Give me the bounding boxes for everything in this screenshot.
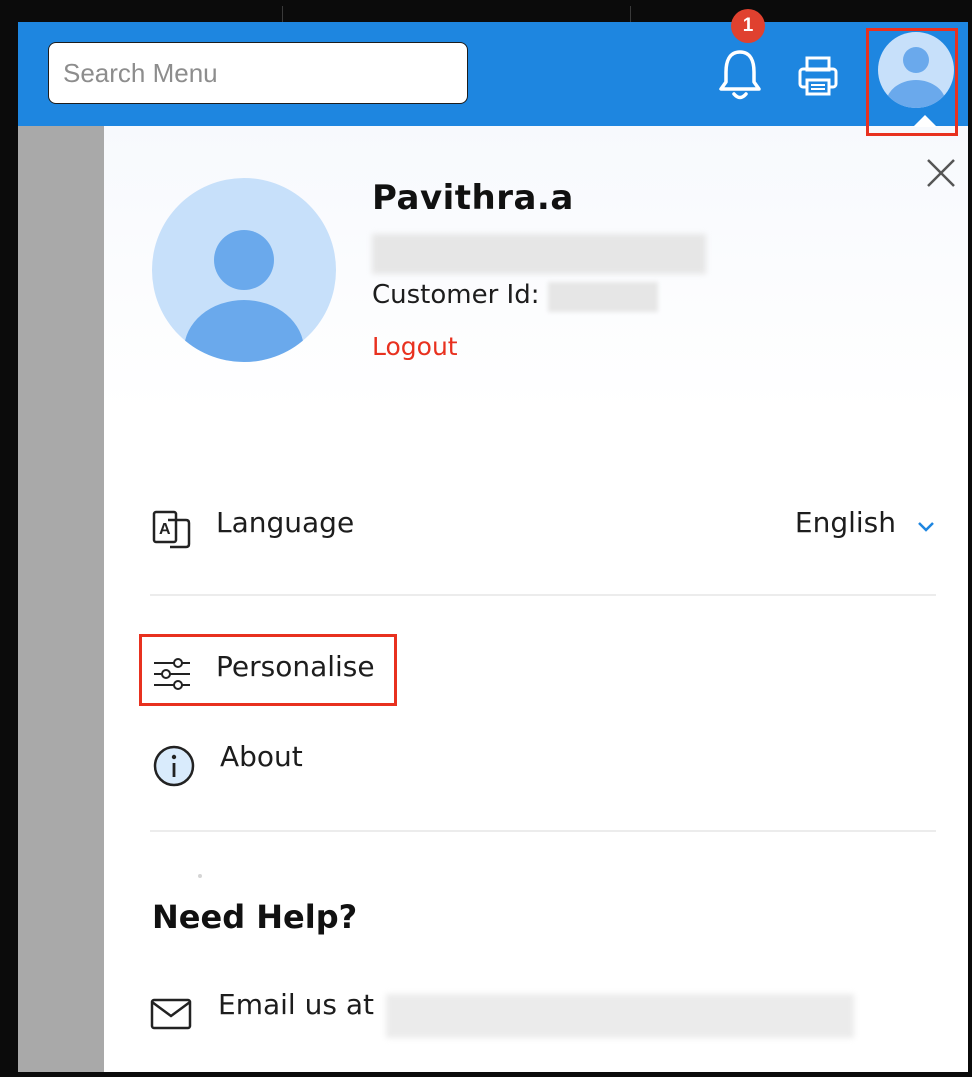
about-item[interactable]: About <box>150 740 936 790</box>
window-top-strip <box>0 0 972 22</box>
language-icon: A <box>152 510 191 549</box>
sliders-icon <box>154 658 190 690</box>
close-icon[interactable] <box>924 156 958 190</box>
divider <box>150 594 936 596</box>
svg-text:A: A <box>159 521 171 538</box>
redacted-email-address <box>386 994 854 1038</box>
language-label: Language <box>216 506 355 539</box>
profile-panel: Pavithra.a Customer Id: Logout A Languag… <box>104 126 968 1072</box>
personalise-label: Personalise <box>216 650 375 683</box>
user-name: Pavithra.a <box>372 178 574 218</box>
notification-badge: 1 <box>731 9 765 43</box>
avatar[interactable] <box>878 32 954 108</box>
personalise-item[interactable]: Personalise <box>150 650 936 700</box>
need-help-title: Need Help? <box>152 898 358 936</box>
search-input[interactable] <box>48 42 468 104</box>
mail-icon <box>150 998 192 1030</box>
avatar-icon <box>886 47 946 108</box>
logout-link[interactable]: Logout <box>372 332 458 361</box>
decorative-dot <box>198 874 202 878</box>
info-icon <box>153 745 195 787</box>
top-header-bar <box>18 22 968 126</box>
divider <box>150 830 936 832</box>
about-label: About <box>220 740 303 773</box>
redacted-email <box>372 234 706 274</box>
bell-icon[interactable] <box>715 44 765 104</box>
printer-icon[interactable] <box>796 54 840 98</box>
customer-id-label: Customer Id: <box>372 280 540 310</box>
language-value[interactable]: English <box>795 506 896 539</box>
avatar-icon <box>184 230 304 362</box>
profile-avatar <box>152 178 336 362</box>
language-row[interactable]: A Language English <box>150 506 936 556</box>
panel-caret <box>913 115 937 127</box>
redacted-customer-id <box>548 282 658 312</box>
email-label: Email us at <box>218 988 374 1021</box>
divider <box>282 6 283 22</box>
divider <box>630 6 631 22</box>
chevron-down-icon[interactable] <box>916 520 936 534</box>
